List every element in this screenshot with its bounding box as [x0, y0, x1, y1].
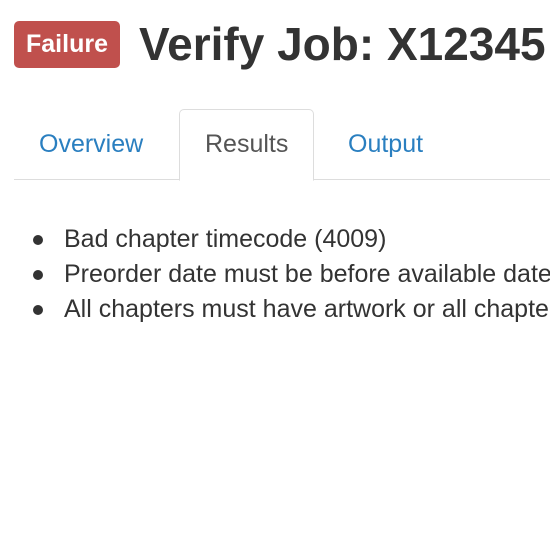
- list-item: Preorder date must be before available d…: [33, 257, 550, 292]
- page-header: Failure Verify Job: X12345: [14, 14, 546, 74]
- results-list: Bad chapter timecode (4009) Preorder dat…: [14, 222, 550, 327]
- tab-overview[interactable]: Overview: [14, 109, 168, 180]
- tab-bar: Overview Results Output: [14, 109, 550, 181]
- status-badge: Failure: [14, 20, 120, 68]
- list-item: Bad chapter timecode (4009): [33, 222, 550, 257]
- tab-results[interactable]: Results: [179, 109, 315, 181]
- tab-output[interactable]: Output: [323, 109, 448, 180]
- page: Failure Verify Job: X12345 Overview Resu…: [0, 0, 550, 551]
- page-title: Verify Job: X12345: [138, 18, 546, 70]
- list-item: All chapters must have artwork or all ch…: [33, 292, 550, 327]
